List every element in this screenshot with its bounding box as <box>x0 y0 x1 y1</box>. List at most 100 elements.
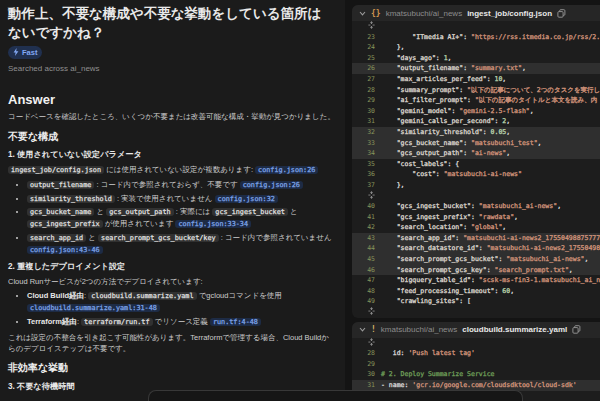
text-segment: 不要な構成 <box>8 131 58 142</box>
text-segment: が使用されています <box>103 219 176 228</box>
file-name: ingest_job/config.json <box>467 9 552 18</box>
code-line: 45 "search_prompt_gcs_bucket": "matsubuc… <box>352 254 600 265</box>
text-segment: 3. 不要な待機時間 <box>8 382 75 391</box>
line-number: 35 <box>352 159 381 170</box>
text-segment: Terraform経由 <box>27 317 77 326</box>
code-line: 29 <box>352 359 600 370</box>
fold-row <box>352 191 600 202</box>
code-line-text: "search_location": "global", <box>381 222 506 233</box>
code-line: 47 "bigquery_table_id": "scsk-ms-fin3-1.… <box>352 275 600 286</box>
code-line: 42 "search_location": "global", <box>352 222 600 233</box>
code-panel: {}kmatsubuchi/ai_newsingest_job/config.j… <box>345 0 600 401</box>
text-segment: : 実際には <box>174 207 213 216</box>
text-segment: 2. 重複したデプロイメント設定 <box>8 262 125 271</box>
code-line: 30# 2. Deploy Summarize Service <box>352 369 600 380</box>
file-reference-link[interactable]: cloudbuild.summarize.yaml:31-48 <box>27 304 160 312</box>
fold-indicator-icon[interactable] <box>352 191 381 202</box>
code-block: {}kmatsubuchi/ai_newsingest_job/config.j… <box>352 5 600 318</box>
fold-indicator-icon[interactable] <box>352 307 381 318</box>
line-number: 44 <box>352 243 381 254</box>
line-number: 28 <box>352 348 381 359</box>
text-segment: 1. 使用されていない設定パラメータ <box>8 150 142 159</box>
code-line-text: "gcs_ingest_bucket": "matsubuchi_ai-news… <box>381 201 561 212</box>
inline-code: terraform/run.tf <box>81 318 152 326</box>
copy-icon[interactable] <box>572 325 581 334</box>
file-type-icon: ! <box>371 325 376 334</box>
chat-panel: 動作上、不要な構成や不要な挙動をしている箇所はないですかね？ Fast Sear… <box>0 0 345 401</box>
code-line: 33 "gcs_bucket_name": "matsubuchi_test", <box>352 138 600 149</box>
list-item: search_app_id と search_prompt_gcs_bucket… <box>27 232 336 256</box>
line-number: 29 <box>352 95 381 106</box>
line-number: 29 <box>352 359 381 370</box>
line-number: 28 <box>352 85 381 96</box>
file-reference-link[interactable]: config.json:33-34 <box>175 220 251 228</box>
chevron-down-icon[interactable] <box>359 327 366 332</box>
section-heading: 非効率な挙動 <box>8 361 336 375</box>
code-block-header: {}kmatsubuchi/ai_newsingest_job/config.j… <box>352 5 600 21</box>
code-line-text: "gemini_model": "gemini-2.5-flash", <box>381 106 534 117</box>
code-line: 28 id: 'Push latest tag' <box>352 348 600 359</box>
code-line: 40 "gcs_ingest_bucket": "matsubuchi_ai-n… <box>352 201 600 212</box>
text-segment: と <box>86 233 98 242</box>
fold-indicator-icon[interactable] <box>352 338 381 349</box>
code-line: 31- name: 'gcr.io/google.com/cloudsdktoo… <box>352 380 600 391</box>
code-line-text: "days_ago": 1, <box>381 53 451 64</box>
fold-row <box>352 21 600 32</box>
floating-input-box[interactable] <box>148 390 523 401</box>
file-reference-link[interactable]: config.json:26 <box>255 166 318 174</box>
code-line-text: "gcs_ingest_prefix": "rawdata", <box>381 212 518 223</box>
code-line-text: "feed_processing_timeout": 60, <box>381 286 514 297</box>
text-segment: と <box>94 207 106 216</box>
code-line: 35 "cost_labels": { <box>352 159 600 170</box>
code-line-text: # 2. Deploy Summarize Service <box>381 369 495 380</box>
answer-paragraph: Cloud Runサービスが2つの方法でデプロイされています: <box>8 276 336 287</box>
code-line-text: "max_articles_per_feed": 10, <box>381 74 506 85</box>
copy-icon[interactable] <box>557 9 566 18</box>
answer-list: Cloud Build経由: cloudbuild.summarize.yaml… <box>8 290 336 328</box>
code-line: 43 "search_app_id": "matsubuchi-ai-news2… <box>352 233 600 244</box>
section-heading: 2. 重複したデプロイメント設定 <box>8 261 336 272</box>
code-line: 46 "search_prompt_gcs_key": "search_prom… <box>352 265 600 276</box>
inline-code: similarity_threshold <box>27 195 115 203</box>
file-reference-link[interactable]: config.json:32 <box>215 195 278 203</box>
text-segment: でgcloudコマンドを使用 <box>197 291 282 300</box>
list-item: output_filename : コード内で参照されておらず、不要です con… <box>27 179 336 191</box>
file-reference-link[interactable]: config.json:43-46 <box>27 246 103 254</box>
line-number: 36 <box>352 169 381 180</box>
code-line-text: "search_prompt_gcs_bucket": "matsubuchi_… <box>381 254 588 265</box>
lightning-icon <box>13 48 19 56</box>
code-line-text: "gcs_bucket_name": "matsubuchi_test", <box>381 138 541 149</box>
code-block-header: !kmatsubuchi/ai_newscloudbuild.summarize… <box>352 322 600 338</box>
repo-name: kmatsubuchi/ai_news <box>381 325 457 334</box>
line-number: 23 <box>352 32 381 43</box>
inline-code: gcs_output_path <box>106 208 173 216</box>
answer-heading: Answer <box>8 92 336 107</box>
section-heading: 不要な構成 <box>8 130 336 144</box>
inline-code: cloudbuild.summarize.yaml <box>88 292 196 300</box>
code-line-text: "bigquery_table_id": "scsk-ms-fin3-1.mat… <box>381 275 600 286</box>
answer-paragraph: ingest_job/config.json には使用されていない設定が複数あり… <box>8 164 336 176</box>
code-line-text: "ai_filter_prompt": "以下の記事のタイトルと本文を読み、内 <box>381 95 597 106</box>
code-line: 24 }, <box>352 42 600 53</box>
line-number: 27 <box>352 74 381 85</box>
code-line: 48 "feed_processing_timeout": 60, <box>352 286 600 297</box>
line-number: 30 <box>352 369 381 380</box>
line-number: 34 <box>352 148 381 159</box>
line-number: 33 <box>352 138 381 149</box>
code-line-text: "cost": "matsubuchi-ai-news" <box>381 169 522 180</box>
code-line-text: "search_prompt_gcs_key": "search_prompt.… <box>381 265 573 276</box>
user-question: 動作上、不要な構成や不要な挙動をしている箇所はないですかね？ <box>8 4 330 42</box>
inline-code: ingest_job/config.json <box>8 166 104 174</box>
text-segment: Cloud Build経由 <box>27 291 84 300</box>
file-reference-link[interactable]: config.json:26 <box>240 181 303 189</box>
inline-code: output_filename <box>27 181 94 189</box>
chevron-down-icon[interactable] <box>359 11 366 16</box>
code-line: 49 "crawling_sites": [ <box>352 296 600 307</box>
file-reference-link[interactable]: run.tf:4-48 <box>210 318 261 326</box>
list-item: gcs_bucket_name と gcs_output_path : 実際には… <box>27 206 336 230</box>
code-line: 26 "output_filename": "summary.txt", <box>352 63 600 74</box>
list-item: similarity_threshold : 実装で使用されていません conf… <box>27 193 336 205</box>
code-line-text: - name: 'gcr.io/google.com/cloudsdktool/… <box>381 380 577 391</box>
fold-indicator-icon[interactable] <box>352 21 381 32</box>
text-segment: コードベースを確認したところ、いくつか不要または改善可能な構成・挙動が見つかりま… <box>8 112 335 121</box>
